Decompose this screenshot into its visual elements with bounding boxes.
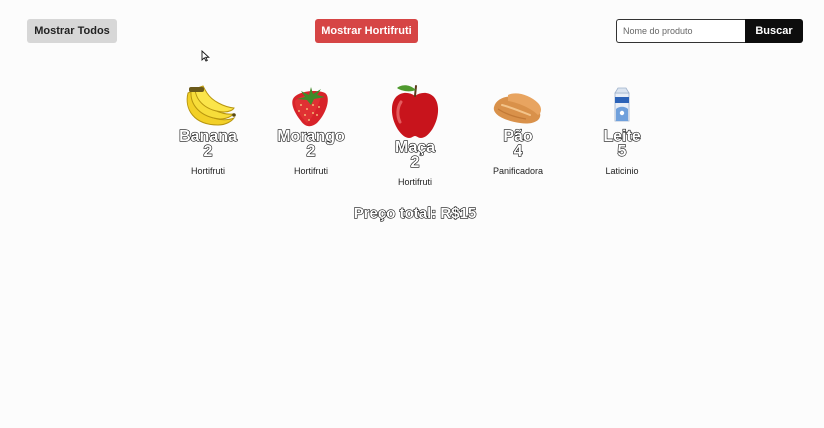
product-card[interactable]: Maça 2 Hortifruti xyxy=(365,82,465,187)
product-category: Hortifruti xyxy=(190,166,225,176)
product-list: Banana 2 Hortifruti Morango 2 Hortifruti… xyxy=(0,0,824,200)
product-card[interactable]: Leite 5 Laticinio xyxy=(572,85,672,176)
product-category: Hortifruti xyxy=(293,166,328,176)
product-name: Maça xyxy=(394,139,436,156)
product-card[interactable]: Pão 4 Panificadora xyxy=(468,85,568,176)
product-category: Laticinio xyxy=(605,166,639,176)
product-name: Pão xyxy=(503,128,534,145)
product-quantity: 2 xyxy=(203,143,213,160)
product-category: Panificadora xyxy=(492,166,544,176)
product-name: Morango xyxy=(277,128,346,145)
product-quantity: 2 xyxy=(410,154,420,171)
strawberry-icon xyxy=(292,87,328,127)
total-price: Preço total: R$15 xyxy=(353,204,477,222)
product-quantity: 2 xyxy=(306,143,316,160)
banana-icon xyxy=(186,85,236,126)
product-quantity: 5 xyxy=(617,143,627,160)
product-name: Banana xyxy=(178,128,237,145)
product-card[interactable]: Banana 2 Hortifruti xyxy=(158,85,258,176)
product-name: Leite xyxy=(603,128,642,145)
apple-icon xyxy=(391,85,439,138)
product-card[interactable]: Morango 2 Hortifruti xyxy=(261,85,361,176)
milk-icon xyxy=(614,87,630,122)
product-quantity: 4 xyxy=(513,143,523,160)
product-category: Hortifruti xyxy=(397,177,432,187)
bread-icon xyxy=(493,93,541,124)
